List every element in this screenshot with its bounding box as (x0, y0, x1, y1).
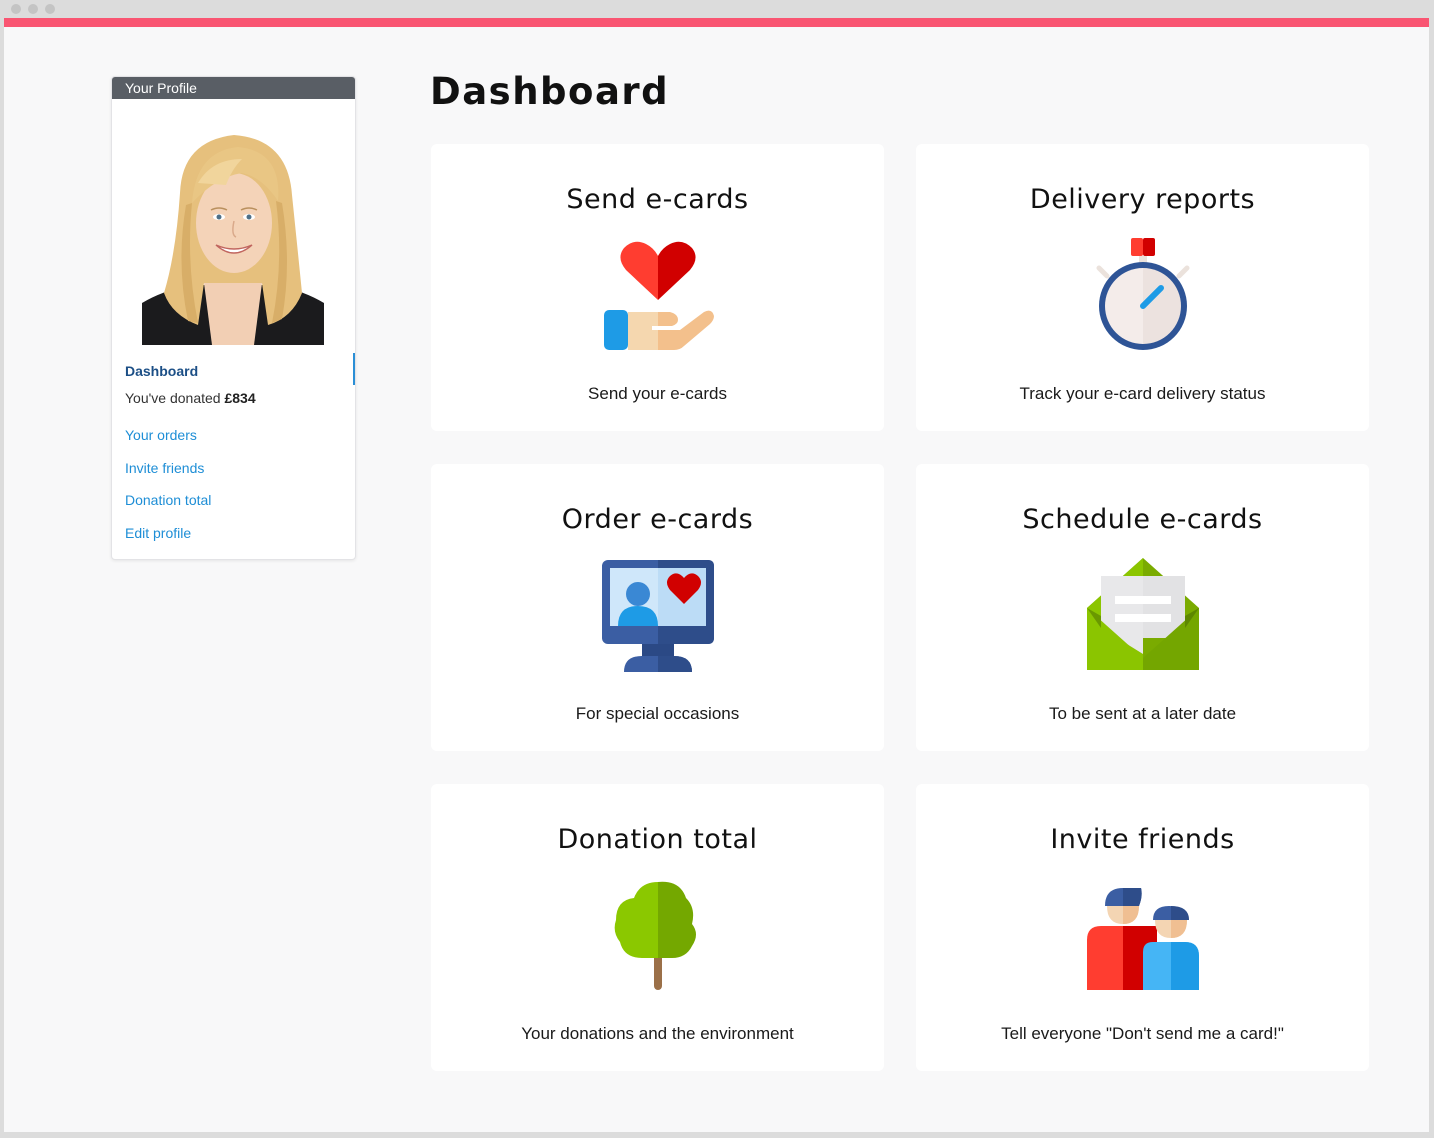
tile-send-ecards[interactable]: Send e-cards Send your e-cards (431, 144, 884, 431)
nav-link-edit-profile[interactable]: Edit profile (125, 522, 355, 555)
window-chrome (0, 0, 1434, 18)
tile-title: Order e-cards (561, 504, 754, 535)
profile-links: Your orders Invite friends Donation tota… (125, 424, 355, 554)
page-title: Dashboard (430, 70, 670, 113)
nav-item-dashboard[interactable]: Dashboard (125, 360, 355, 382)
tile-title: Donation total (557, 824, 758, 855)
profile-card: Your Profile Dashboard You've donated £8… (111, 76, 356, 560)
nav-link-invite-friends[interactable]: Invite friends (125, 457, 355, 490)
tree-icon (614, 881, 696, 990)
tile-invite-friends[interactable]: Invite friends Tell everyone "Don't send… (916, 784, 1369, 1071)
tile-title: Delivery reports (1029, 184, 1256, 215)
tile-title: Send e-cards (566, 184, 749, 215)
heart-in-hand-icon (603, 241, 714, 350)
profile-avatar (142, 133, 324, 345)
tile-description: Track your e-card delivery status (1019, 384, 1266, 403)
tile-delivery-reports[interactable]: Delivery reports Track your e-card deliv… (916, 144, 1369, 431)
stopwatch-icon (1096, 238, 1189, 350)
friends-icon (1086, 888, 1199, 990)
tile-title: Schedule e-cards (1022, 504, 1263, 535)
monitor-heart-icon (601, 560, 714, 672)
envelope-letter-icon (1086, 558, 1199, 670)
tile-order-ecards[interactable]: Order e-cards For special occasions (431, 464, 884, 751)
tile-description: Tell everyone "Don't send me a card!" (1001, 1024, 1284, 1043)
window-close-button[interactable] (11, 4, 21, 14)
donated-label: You've donated (125, 390, 225, 406)
window-maximize-button[interactable] (45, 4, 55, 14)
accent-top-bar (4, 18, 1429, 27)
page-viewport: Your Profile Dashboard You've donated £8… (4, 18, 1429, 1132)
tile-donation-total[interactable]: Donation total Your donations and the en… (431, 784, 884, 1071)
profile-card-header: Your Profile (112, 77, 355, 99)
tile-schedule-ecards[interactable]: Schedule e-cards To be sent at a later d… (916, 464, 1369, 751)
profile-nav: Dashboard You've donated £834 Your order… (125, 360, 355, 554)
nav-link-your-orders[interactable]: Your orders (125, 424, 355, 457)
donated-amount: £834 (224, 390, 256, 406)
tile-description: To be sent at a later date (1048, 704, 1237, 723)
tile-description: For special occasions (575, 704, 740, 723)
nav-link-donation-total[interactable]: Donation total (125, 489, 355, 522)
tile-title: Invite friends (1050, 824, 1235, 855)
tile-description: Send your e-cards (588, 384, 727, 403)
window-minimize-button[interactable] (28, 4, 38, 14)
tile-description: Your donations and the environment (521, 1024, 794, 1043)
donation-summary: You've donated £834 (125, 387, 355, 409)
